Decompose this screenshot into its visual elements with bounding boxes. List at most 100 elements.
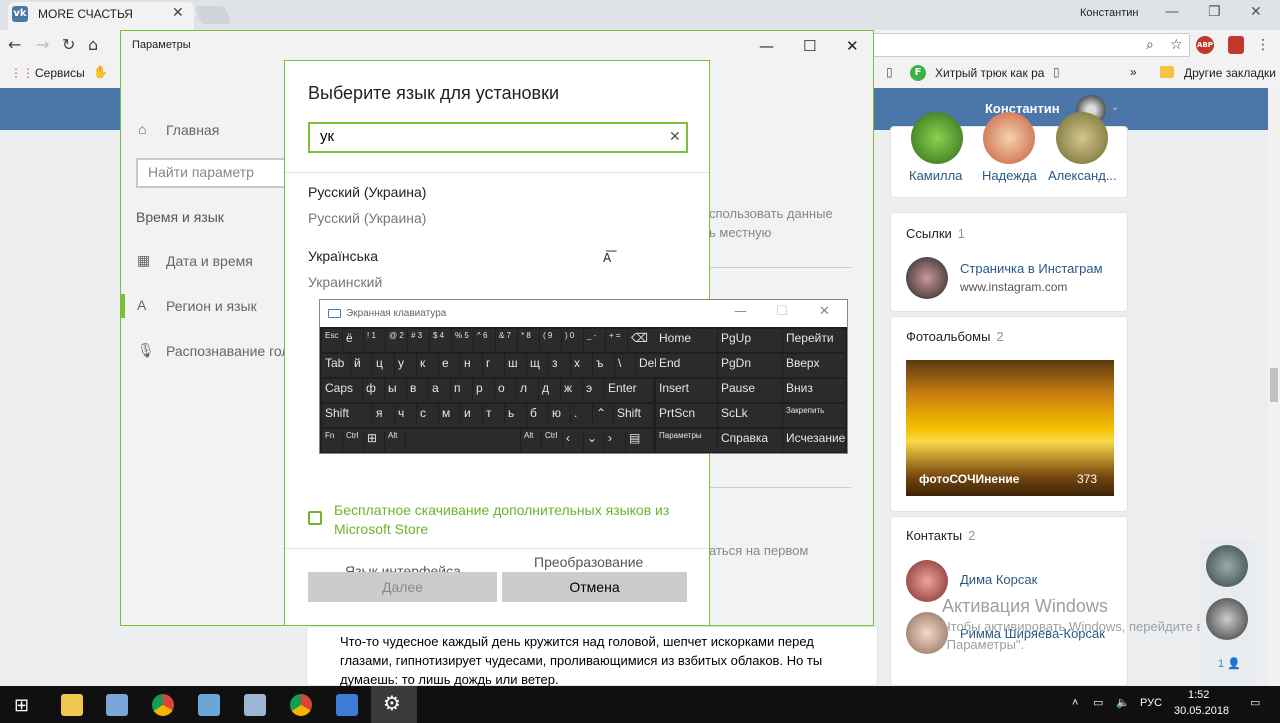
bookmarks-overflow[interactable]: » [1130, 65, 1137, 79]
bookmark-star-icon[interactable]: ☆ [1170, 37, 1183, 53]
notifications-icon[interactable]: ▭ [1250, 696, 1260, 709]
osk-key-menu[interactable]: ▤ [626, 429, 653, 452]
osk-key-digit[interactable]: * 8 [518, 329, 539, 352]
osk-key-letter[interactable]: э [583, 379, 604, 402]
minimize-icon[interactable]: — [1165, 4, 1179, 20]
osk-key-letter[interactable]: . [571, 404, 592, 427]
language-search-input[interactable]: ук [308, 122, 688, 153]
link-avatar[interactable] [906, 257, 948, 299]
zoom-icon[interactable]: ⌕ [1146, 37, 1154, 53]
page-icon[interactable]: ▯ [886, 65, 893, 79]
osk-key-digit[interactable]: $ 4 [430, 329, 451, 352]
friend-name-3[interactable]: Александ... [1048, 168, 1117, 183]
next-button[interactable]: Далее [308, 572, 497, 602]
osk-key-letter[interactable]: й [351, 354, 372, 377]
osk-key-letter[interactable]: п [451, 379, 472, 402]
osk-key-letter[interactable]: т [483, 404, 504, 427]
friend-avatar-3[interactable] [1056, 112, 1108, 164]
back-icon[interactable]: ← [8, 35, 21, 54]
osk-key-digit[interactable]: + = [606, 329, 627, 352]
maximize-icon[interactable]: ❐ [1208, 4, 1221, 20]
osk-key-nav[interactable]: Вверх [783, 354, 845, 377]
adblock-icon[interactable]: ABP [1196, 36, 1214, 54]
close-window-icon[interactable]: ✕ [1250, 4, 1262, 20]
osk-key-tab[interactable]: Tab [322, 354, 350, 377]
apps-grid-icon[interactable]: ⋮⋮ [10, 66, 34, 80]
clock-date[interactable]: 30.05.2018 [1174, 705, 1229, 717]
osk-key-letter[interactable]: х [571, 354, 592, 377]
osk-key-space[interactable] [406, 429, 520, 452]
osk-key-letter[interactable]: а [429, 379, 450, 402]
settings-search-input[interactable]: Найти параметр [136, 158, 286, 188]
input-language[interactable]: РУС [1140, 697, 1162, 709]
tab-close-icon[interactable]: ✕ [172, 5, 184, 21]
start-windows-icon[interactable]: ⊞ [14, 695, 29, 716]
osk-key-digit[interactable]: # 3 [408, 329, 429, 352]
osk-key-esc[interactable]: Esc [322, 329, 342, 352]
osk-key-shift[interactable]: Shift [322, 404, 372, 427]
osk-key-letter[interactable]: г [483, 354, 504, 377]
osk-key-letter[interactable]: м [439, 404, 460, 427]
computer-icon[interactable] [106, 694, 128, 716]
osk-key-nav[interactable]: PrtScn [656, 404, 717, 427]
osk-key-letter[interactable]: н [461, 354, 482, 377]
osk-key-letter[interactable]: ы [385, 379, 406, 402]
osk-key-down-arrow[interactable]: ⌄ [584, 429, 604, 452]
osk-key-nav[interactable]: Вниз [783, 379, 845, 402]
osk-key-ctrl[interactable]: Ctrl [343, 429, 363, 452]
settings-close-icon[interactable]: ✕ [846, 37, 859, 55]
osk-key-letter[interactable]: ц [373, 354, 394, 377]
osk-key-nav[interactable]: End [656, 354, 717, 377]
osk-key-letter[interactable]: ю [549, 404, 570, 427]
osk-minimize-icon[interactable]: — [734, 304, 747, 319]
osk-key-letter[interactable]: ч [395, 404, 416, 427]
settings-maximize-icon[interactable]: ☐ [803, 37, 816, 55]
forward-icon[interactable]: → [36, 35, 49, 54]
chrome-icon[interactable] [152, 694, 174, 716]
osk-key-nav[interactable]: Исчезание [783, 429, 845, 452]
osk-key-letter[interactable]: щ [527, 354, 548, 377]
reload-icon[interactable]: ↻ [62, 35, 75, 54]
other-bookmarks[interactable]: Другие закладки [1184, 66, 1276, 80]
bookmark-trick[interactable]: Хитрый трюк как ра [935, 66, 1044, 80]
lang-result-1-name[interactable]: Русский (Украина) [308, 184, 426, 200]
profile-chip[interactable]: Константин [1080, 7, 1138, 19]
osk-key-digit[interactable]: _ - [584, 329, 605, 352]
osk-key-letter[interactable]: б [527, 404, 548, 427]
notepad-icon[interactable] [198, 694, 220, 716]
osk-key-caps[interactable]: Caps [322, 379, 362, 402]
clear-search-icon[interactable]: ✕ [669, 129, 681, 145]
file-explorer-icon[interactable] [61, 694, 83, 716]
nav-speech[interactable]: Распознавание гол [166, 343, 286, 359]
osk-key-yo[interactable]: ё [343, 329, 363, 352]
osk-key-shift-right[interactable]: Shift [614, 404, 653, 427]
osk-key-letter[interactable]: д [539, 379, 560, 402]
osk-key-left-arrow[interactable]: ‹ [563, 429, 583, 452]
settings-home[interactable]: Главная [166, 122, 219, 138]
volume-icon[interactable]: 🔈 [1116, 696, 1130, 709]
side-avatar-1[interactable] [1206, 545, 1248, 587]
osk-key-backslash[interactable]: \ [615, 354, 635, 377]
cancel-button[interactable]: Отмена [502, 572, 687, 602]
osk-key-nav[interactable]: Закрепить [783, 404, 845, 427]
friend-avatar-1[interactable] [911, 112, 963, 164]
osk-key-nav[interactable]: PgUp [718, 329, 782, 352]
osk-key-ctrl-right[interactable]: Ctrl [542, 429, 562, 452]
osk-key-letter[interactable]: с [417, 404, 438, 427]
network-icon[interactable]: ▭ [1093, 696, 1103, 709]
tray-chevron-icon[interactable]: ˄ [1072, 697, 1078, 709]
chevron-down-icon[interactable]: ⌄ [1111, 102, 1119, 113]
osk-key-letter[interactable]: ж [561, 379, 582, 402]
osk-key-letter[interactable]: е [439, 354, 460, 377]
osk-key-nav[interactable]: Параметры [656, 429, 717, 452]
osk-key-windows[interactable]: ⊞ [364, 429, 384, 452]
osk-key-nav[interactable]: Справка [718, 429, 782, 452]
osk-key-letter[interactable]: и [461, 404, 482, 427]
osk-key-digit[interactable]: ^ 6 [474, 329, 495, 352]
osk-key-nav[interactable]: Перейти [783, 329, 845, 352]
osk-key-digit[interactable]: ) 0 [562, 329, 583, 352]
home-icon[interactable]: ⌂ [88, 35, 98, 54]
osk-close-icon[interactable]: ✕ [819, 304, 830, 319]
store-taskbar-icon[interactable] [336, 694, 358, 716]
osk-key-letter[interactable]: ф [363, 379, 384, 402]
